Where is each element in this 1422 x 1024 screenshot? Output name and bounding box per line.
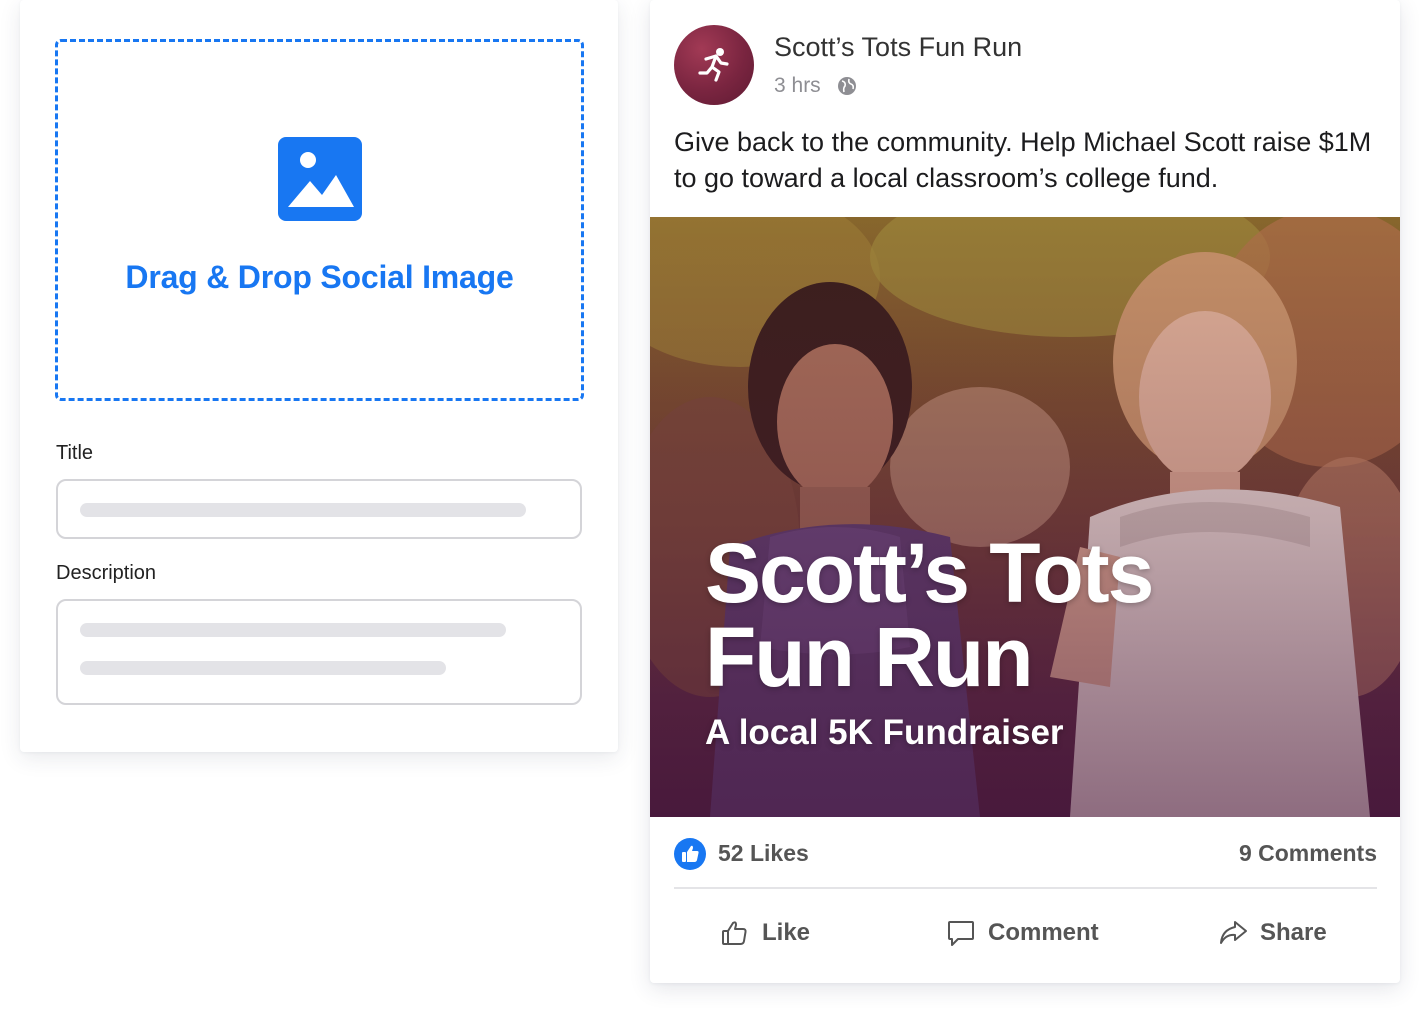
- social-post-preview: Scott’s Tots Fun Run 3 hrs Give back to …: [650, 0, 1400, 983]
- post-text: Give back to the community. Help Michael…: [674, 127, 1372, 193]
- divider: [674, 887, 1377, 889]
- image-icon: [277, 136, 362, 221]
- post-time[interactable]: 3 hrs: [774, 74, 821, 98]
- comment-label: Comment: [988, 919, 1099, 946]
- thumbs-up-icon: [722, 921, 747, 945]
- social-image-editor: Drag & Drop Social Image Title Descripti…: [20, 0, 618, 752]
- dropzone-label: Drag & Drop Social Image: [125, 258, 514, 295]
- image-title: Scott’s Tots Fun Run: [705, 531, 1265, 699]
- placeholder-bar: [80, 661, 446, 675]
- like-label: Like: [762, 919, 811, 946]
- image-dropzone[interactable]: Drag & Drop Social Image: [55, 39, 584, 401]
- description-label: Description: [56, 562, 157, 584]
- title-label: Title: [56, 442, 94, 464]
- comments-count[interactable]: 9 Comments: [1239, 840, 1377, 867]
- description-input[interactable]: [56, 599, 582, 705]
- globe-icon: [837, 77, 856, 95]
- like-badge-icon: [674, 838, 706, 870]
- likes-count[interactable]: 52 Likes: [718, 840, 809, 867]
- title-input[interactable]: [56, 479, 582, 539]
- page-name[interactable]: Scott’s Tots Fun Run: [774, 32, 1022, 63]
- image-title-line: Fun Run: [705, 610, 1034, 704]
- share-label: Share: [1260, 919, 1327, 946]
- runner-icon: [698, 48, 729, 82]
- share-button[interactable]: Share: [1218, 912, 1327, 954]
- placeholder-bar: [80, 503, 526, 517]
- post-meta: 3 hrs: [774, 74, 857, 98]
- post-stats: 52 Likes 9 Comments: [674, 836, 1377, 870]
- share-icon: [1220, 921, 1247, 944]
- like-button[interactable]: Like: [720, 912, 810, 954]
- comment-button[interactable]: Comment: [946, 912, 1099, 954]
- post-image[interactable]: Scott’s Tots Fun Run A local 5K Fundrais…: [650, 217, 1400, 817]
- image-subtitle: A local 5K Fundraiser: [705, 713, 1064, 752]
- placeholder-bar: [80, 623, 506, 637]
- comment-icon: [948, 921, 974, 946]
- image-title-line: Scott’s Tots: [705, 526, 1154, 620]
- avatar[interactable]: [674, 25, 754, 105]
